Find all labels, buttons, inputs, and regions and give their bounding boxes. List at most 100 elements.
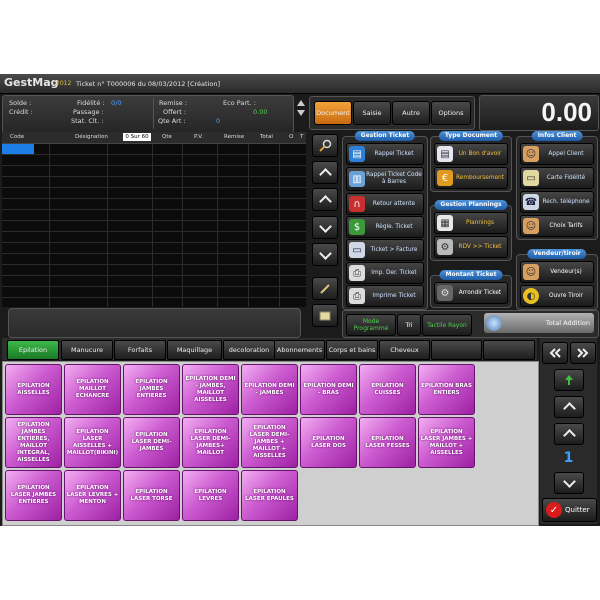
line-down-button[interactable] (554, 472, 584, 494)
tab-document[interactable]: Document (314, 101, 352, 125)
tab-saisie[interactable]: Saisie (353, 101, 391, 125)
rech-telephone-button[interactable]: ☎ Rech. téléphone (520, 191, 594, 213)
cat-empty[interactable] (483, 340, 535, 360)
rappel-ticket-button[interactable]: ▤ Rappel Ticket (346, 143, 424, 165)
product-button[interactable]: EPILATION DEMI - BRAS (300, 364, 357, 415)
bon-avoir-button[interactable]: ▤ Un Bon d'avoir (434, 143, 508, 165)
euro-icon: € (437, 170, 453, 186)
page-up-button[interactable] (312, 161, 338, 184)
tri-button[interactable]: Tri (397, 314, 421, 336)
product-button[interactable]: EPILATION BRAS ENTIERS (418, 364, 475, 415)
cat-forfaits[interactable]: Forfaits (114, 340, 166, 360)
fidelite-value: 0/0 (111, 99, 122, 107)
first-page-button[interactable] (554, 369, 584, 391)
product-button[interactable]: EPILATION JAMBES ENTIERES, MAILLOT INTEG… (5, 417, 62, 468)
product-button[interactable]: EPILATION LASER JAMBES + MAILLOT + AISSE… (418, 417, 475, 468)
scroll-up-icon[interactable] (297, 100, 305, 106)
product-button[interactable]: EPILATION LASER LEVRES + MENTON (64, 470, 121, 521)
info-separator (153, 98, 154, 129)
choix-tarifs-button[interactable]: ☺ Choix Tarifs (520, 215, 594, 237)
arrondir-ticket-button[interactable]: ⚙ Arrondir Ticket (434, 282, 508, 304)
cat-manucure[interactable]: Manucure (61, 340, 113, 360)
imp-der-ticket-button[interactable]: ⎙ Imp. Der. Ticket (346, 262, 424, 284)
edit-button[interactable] (312, 277, 338, 300)
col-code[interactable]: Code (10, 134, 24, 140)
retour-attente-button[interactable]: ∩ Retour attente (346, 193, 424, 215)
tactile-rayon-button[interactable]: Tactile Rayon (422, 314, 472, 336)
carte-fidelite-button[interactable]: ▭ Carte Fidélité (520, 167, 594, 189)
product-button[interactable]: EPILATION DEMI - JAMBES (241, 364, 298, 415)
rappel-ticket-barcode-button[interactable]: ▥ Rappel Ticket Code à Barres (346, 167, 424, 191)
tab-options[interactable]: Options (431, 101, 471, 125)
cat-maquillage[interactable]: Maquillage (167, 340, 222, 360)
product-button[interactable]: EPILATION LASER EPAULES (241, 470, 298, 521)
ticket-info-panel: Solde : Crédit : Fidélité : 0/0 Passage … (2, 95, 294, 133)
col-remise[interactable]: Remise (224, 134, 244, 140)
ticket-grid[interactable] (2, 144, 306, 307)
user-icon: ☺ (523, 146, 539, 162)
quit-button[interactable]: ✓ Quitter (542, 498, 597, 522)
product-button[interactable]: EPILATION LASER JAMBES ENTIERES (5, 470, 62, 521)
rdv-to-ticket-button[interactable]: ⚙ RDV >> Ticket (434, 236, 508, 258)
col-qte[interactable]: Qte (162, 134, 172, 140)
prev-category-button[interactable] (542, 342, 568, 364)
page-down-button[interactable] (312, 243, 338, 266)
tab-autre[interactable]: Autre (392, 101, 430, 125)
double-chevron-up-icon (562, 402, 576, 415)
regle-ticket-button[interactable]: $ Règle. Ticket (346, 216, 424, 238)
product-button[interactable]: EPILATION LASER TORSE (123, 470, 180, 521)
total-addition-button[interactable]: Total Addition (484, 313, 594, 333)
group-title: Type Document (438, 131, 504, 141)
info-scroll[interactable] (296, 96, 306, 130)
col-designation[interactable]: Désignation (75, 134, 108, 140)
ticket-title: Ticket n° T000006 du 08/03/2012 [Créatio… (76, 80, 220, 88)
cat-empty[interactable] (431, 340, 482, 360)
cat-epilation[interactable]: Epilation (7, 340, 59, 360)
globe-icon (486, 315, 502, 331)
product-button[interactable]: EPILATION LASER DOS (300, 417, 357, 468)
line-up-button[interactable] (554, 423, 584, 445)
cat-corps-bains[interactable]: Corps et bains (326, 340, 378, 360)
cat-cheveux[interactable]: Cheveux (379, 340, 430, 360)
product-button[interactable]: EPILATION LASER DEMI-JAMBES + MAILLOT + … (241, 417, 298, 468)
search-button[interactable] (312, 134, 338, 157)
ticket-to-facture-button[interactable]: ▭ Ticket > Facture (346, 239, 424, 261)
appel-client-button[interactable]: ☺ Appel Client (520, 143, 594, 165)
cat-abonnements[interactable]: Abonnements (274, 340, 325, 360)
product-button[interactable]: EPILATION CUISSES (359, 364, 416, 415)
product-button[interactable]: EPILATION LASER DEMI-JAMBES (123, 417, 180, 468)
printer-icon: ⎙ (349, 288, 365, 304)
group-title: Gestion Plannings (434, 200, 508, 210)
document-icon: ▭ (349, 242, 365, 258)
page-up-button[interactable] (554, 396, 584, 418)
product-button[interactable]: EPILATION LASER DEMI-JAMBES+ MAILLOT (182, 417, 239, 468)
product-button[interactable]: EPILATION LEVRES (182, 470, 239, 521)
imprime-ticket-button[interactable]: ⎙ Imprime Ticket (346, 285, 424, 307)
sort-box[interactable]: 0 Sur 60 (123, 133, 151, 141)
line-down-button[interactable] (312, 216, 338, 239)
vendeurs-button[interactable]: ☺ Vendeur(s) (520, 261, 594, 283)
printer-icon: ⎙ (349, 265, 365, 281)
mode-programme-button[interactable]: Mode Programmé (346, 314, 396, 336)
col-pv[interactable]: P.V. (194, 134, 203, 140)
product-button[interactable]: EPILATION MAILLOT ECHANCRE (64, 364, 121, 415)
selected-cell[interactable] (2, 144, 34, 154)
product-button[interactable]: EPILATION DEMI - JAMBES, MAILLOT AISSELL… (182, 364, 239, 415)
scroll-down-icon[interactable] (297, 110, 305, 116)
ouvre-tiroir-button[interactable]: ◐ Ouvre Tiroir (520, 285, 594, 307)
notes-button[interactable] (312, 304, 338, 327)
cat-decoloration[interactable]: decoloration (223, 340, 275, 360)
product-button[interactable]: EPILATION LASER FESSES (359, 417, 416, 468)
col-t[interactable]: T (300, 134, 303, 140)
double-chevron-right-icon (577, 348, 589, 358)
plannings-button[interactable]: ▦ Plannings (434, 212, 508, 234)
product-button[interactable]: EPILATION LASER AISSELLES + MAILLOT(BIKI… (64, 417, 121, 468)
product-button[interactable]: EPILATION AISSELLES (5, 364, 62, 415)
col-total[interactable]: Total (260, 134, 273, 140)
product-button[interactable]: EPILATION JAMBES ENTIERES (123, 364, 180, 415)
col-o[interactable]: O (289, 134, 293, 140)
group-type-document: Type Document ▤ Un Bon d'avoir € Rembourse… (430, 131, 512, 192)
remboursement-button[interactable]: € Remboursement (434, 167, 508, 189)
line-up-button[interactable] (312, 188, 338, 211)
next-category-button[interactable] (570, 342, 596, 364)
